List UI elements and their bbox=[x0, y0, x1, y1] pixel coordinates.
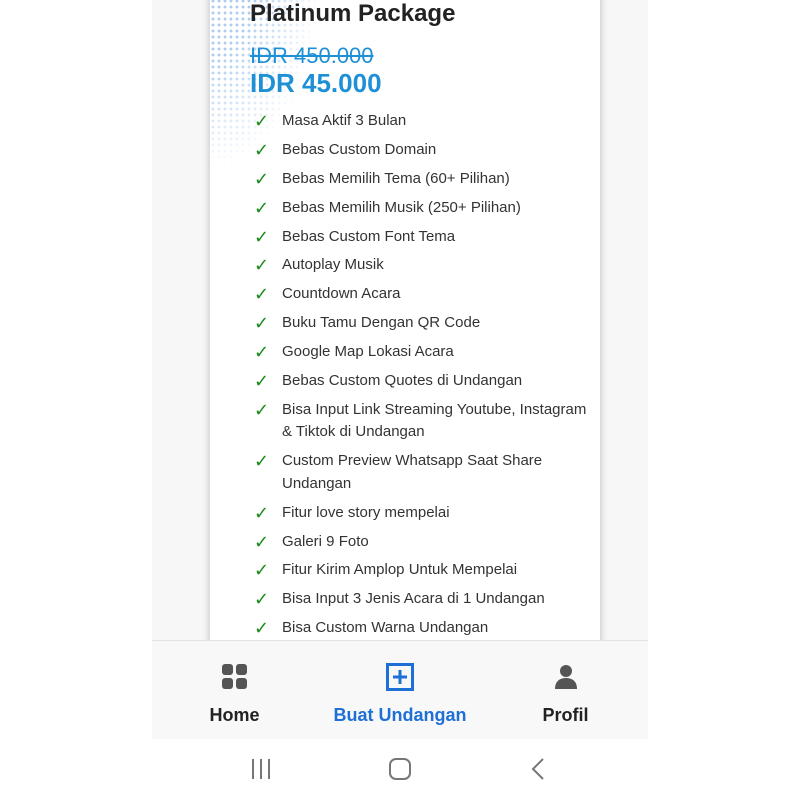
feature-item: ✓ Fitur Kirim Amplop Untuk Mempelai bbox=[254, 559, 594, 582]
check-icon: ✓ bbox=[254, 226, 270, 247]
feature-item: ✓ Bebas Custom Quotes di Undangan bbox=[254, 370, 594, 393]
feature-label: Autoplay Musik bbox=[282, 256, 384, 274]
check-icon: ✓ bbox=[254, 560, 270, 581]
user-icon bbox=[554, 665, 577, 689]
feature-label: Google Map Lokasi Acara bbox=[282, 343, 454, 361]
grid-icon bbox=[221, 664, 247, 689]
check-icon: ✓ bbox=[254, 399, 270, 420]
feature-item: ✓ Bisa Input Link Streaming Youtube, Inst… bbox=[254, 399, 594, 444]
feature-item: ✓ Bebas Custom Domain bbox=[254, 139, 594, 162]
feature-item: ✓ Bisa Input 3 Jenis Acara di 1 Undangan bbox=[254, 588, 594, 611]
feature-item: ✓ Fitur love story mempelai bbox=[254, 502, 594, 525]
feature-label: Countdown Acara bbox=[282, 285, 401, 303]
feature-label: Bebas Custom Font Tema bbox=[282, 227, 456, 245]
check-icon: ✓ bbox=[254, 502, 270, 523]
feature-list: ✓ Masa Aktif 3 Bulan ✓ Bebas Custom Domain ✓… bbox=[254, 110, 594, 640]
check-icon: ✓ bbox=[254, 139, 270, 160]
check-icon: ✓ bbox=[254, 371, 270, 392]
original-price: IDR 450.000 bbox=[250, 43, 374, 68]
feature-item: ✓ Galeri 9 Foto bbox=[254, 531, 594, 554]
check-icon: ✓ bbox=[254, 111, 270, 131]
feature-label: Buku Tamu Dengan QR Code bbox=[282, 314, 481, 332]
check-icon: ✓ bbox=[254, 197, 270, 218]
feature-item: ✓ Custom Preview Whatsapp Saat Share Unda… bbox=[254, 450, 594, 495]
recent-apps-icon[interactable] bbox=[247, 757, 275, 781]
feature-label: Fitur Kirim Amplop Untuk Mempelai bbox=[282, 561, 518, 579]
feature-label: Bebas Custom Quotes di Undangan bbox=[282, 372, 523, 390]
feature-label: Bisa Input Link Streaming Youtube, Insta… bbox=[282, 400, 587, 441]
check-icon: ✓ bbox=[254, 284, 270, 305]
bottom-navigation: Home Buat Undangan Profil bbox=[152, 640, 648, 740]
system-navigation-bar bbox=[152, 739, 648, 800]
phone-screen: Platinum Package IDR 450.000 IDR 45.000 … bbox=[152, 0, 648, 800]
nav-home[interactable]: Home bbox=[152, 641, 317, 739]
check-icon: ✓ bbox=[254, 168, 270, 189]
check-icon: ✓ bbox=[254, 618, 270, 639]
check-icon: ✓ bbox=[254, 589, 270, 610]
feature-item: ✓ Bebas Custom Font Tema bbox=[254, 226, 594, 249]
feature-label: Bebas Custom Domain bbox=[282, 140, 437, 158]
feature-label: Custom Preview Whatsapp Saat Share Undan… bbox=[282, 452, 543, 492]
feature-item: ✓ Autoplay Musik bbox=[254, 254, 594, 277]
feature-item: ✓ Bebas Memilih Musik (250+ Pilihan) bbox=[254, 197, 594, 220]
pricing-card: Platinum Package IDR 450.000 IDR 45.000 … bbox=[210, 0, 600, 640]
back-icon[interactable] bbox=[525, 757, 553, 781]
check-icon: ✓ bbox=[254, 342, 270, 363]
check-icon: ✓ bbox=[254, 313, 270, 334]
check-icon: ✓ bbox=[254, 255, 270, 276]
package-title: Platinum Package bbox=[250, 0, 456, 27]
nav-create-invitation-label: Buat Undangan bbox=[333, 705, 467, 725]
feature-item: ✓ Bisa Custom Warna Undangan bbox=[254, 617, 594, 640]
feature-item: ✓ Masa Aktif 3 Bulan bbox=[254, 110, 594, 133]
check-icon: ✓ bbox=[254, 531, 270, 552]
feature-label: Bisa Custom Warna Undangan bbox=[282, 619, 489, 637]
feature-label: Galeri 9 Foto bbox=[282, 532, 369, 550]
home-button-icon[interactable] bbox=[386, 757, 414, 781]
plus-square-icon bbox=[386, 663, 414, 691]
nav-home-label: Home bbox=[209, 705, 260, 725]
feature-label: Fitur love story mempelai bbox=[282, 503, 450, 521]
nav-create-invitation[interactable]: Buat Undangan bbox=[317, 641, 483, 739]
feature-label: Bebas Memilih Musik (250+ Pilihan) bbox=[282, 198, 521, 216]
feature-label: Bebas Memilih Tema (60+ Pilihan) bbox=[282, 169, 510, 187]
feature-item: ✓ Buku Tamu Dengan QR Code bbox=[254, 312, 594, 335]
check-icon: ✓ bbox=[254, 451, 270, 472]
nav-profile-label: Profil bbox=[542, 705, 589, 725]
feature-label: Masa Aktif 3 Bulan bbox=[282, 112, 407, 129]
feature-label: Bisa Input 3 Jenis Acara di 1 Undangan bbox=[282, 590, 545, 608]
nav-profile[interactable]: Profil bbox=[483, 641, 648, 739]
feature-item: ✓ Google Map Lokasi Acara bbox=[254, 341, 594, 364]
discount-price: IDR 45.000 bbox=[250, 68, 382, 98]
feature-item: ✓ Countdown Acara bbox=[254, 283, 594, 306]
scroll-content[interactable]: Platinum Package IDR 450.000 IDR 45.000 … bbox=[152, 0, 648, 640]
feature-item: ✓ Bebas Memilih Tema (60+ Pilihan) bbox=[254, 168, 594, 191]
